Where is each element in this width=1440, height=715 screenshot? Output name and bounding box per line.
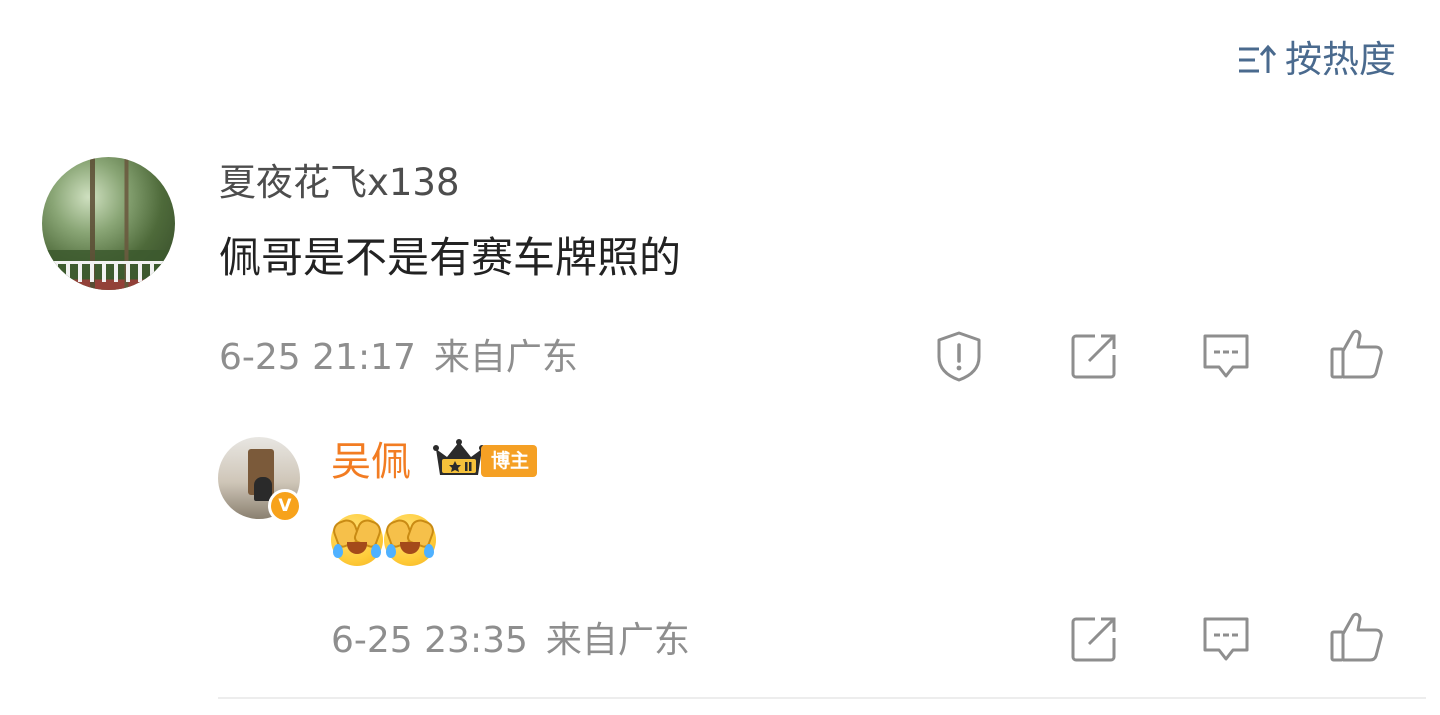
blogger-badge: 博主 bbox=[433, 439, 538, 483]
comment-button[interactable] bbox=[1199, 329, 1253, 383]
laugh-cry-emoji bbox=[330, 514, 384, 566]
report-button[interactable] bbox=[932, 329, 986, 383]
comment-text: 佩哥是不是有赛车牌照的 bbox=[219, 233, 682, 282]
comment-icon bbox=[1200, 614, 1252, 664]
reply-share-button[interactable] bbox=[1067, 612, 1121, 666]
comment-icon bbox=[1200, 331, 1252, 381]
reply-meta: 6-25 23:35 来自广东 bbox=[331, 617, 690, 665]
comment-thread: 按热度 夏夜花飞x138 佩哥是不是有赛车牌照的 6-25 21:17 来自广东 bbox=[0, 0, 1440, 715]
sort-label: 按热度 bbox=[1285, 38, 1396, 81]
comment-time: 6-25 21:17 bbox=[219, 337, 416, 378]
laugh-cry-emoji bbox=[383, 514, 437, 566]
like-icon bbox=[1329, 327, 1385, 381]
reply-comment-button[interactable] bbox=[1199, 612, 1253, 666]
reply-location: 来自广东 bbox=[545, 620, 690, 661]
reply-time: 6-25 23:35 bbox=[331, 620, 528, 661]
share-icon bbox=[1069, 614, 1119, 664]
verified-badge: V bbox=[268, 489, 302, 523]
sort-icon bbox=[1237, 43, 1277, 77]
sort-by-hot-button[interactable]: 按热度 bbox=[1237, 36, 1396, 84]
divider bbox=[218, 697, 1426, 699]
like-icon bbox=[1329, 610, 1385, 664]
share-button[interactable] bbox=[1067, 329, 1121, 383]
reply-like-button[interactable] bbox=[1330, 610, 1384, 664]
commenter-avatar[interactable] bbox=[42, 157, 175, 290]
comment-location: 来自广东 bbox=[433, 337, 578, 378]
share-icon bbox=[1069, 331, 1119, 381]
comment-meta: 6-25 21:17 来自广东 bbox=[219, 334, 578, 382]
like-button[interactable] bbox=[1330, 327, 1384, 381]
blogger-username[interactable]: 吴佩 bbox=[331, 436, 411, 488]
crown-icon bbox=[433, 439, 485, 483]
blogger-tag: 博主 bbox=[481, 445, 538, 477]
report-icon bbox=[934, 330, 984, 382]
commenter-username[interactable]: 夏夜花飞x138 bbox=[219, 158, 460, 208]
